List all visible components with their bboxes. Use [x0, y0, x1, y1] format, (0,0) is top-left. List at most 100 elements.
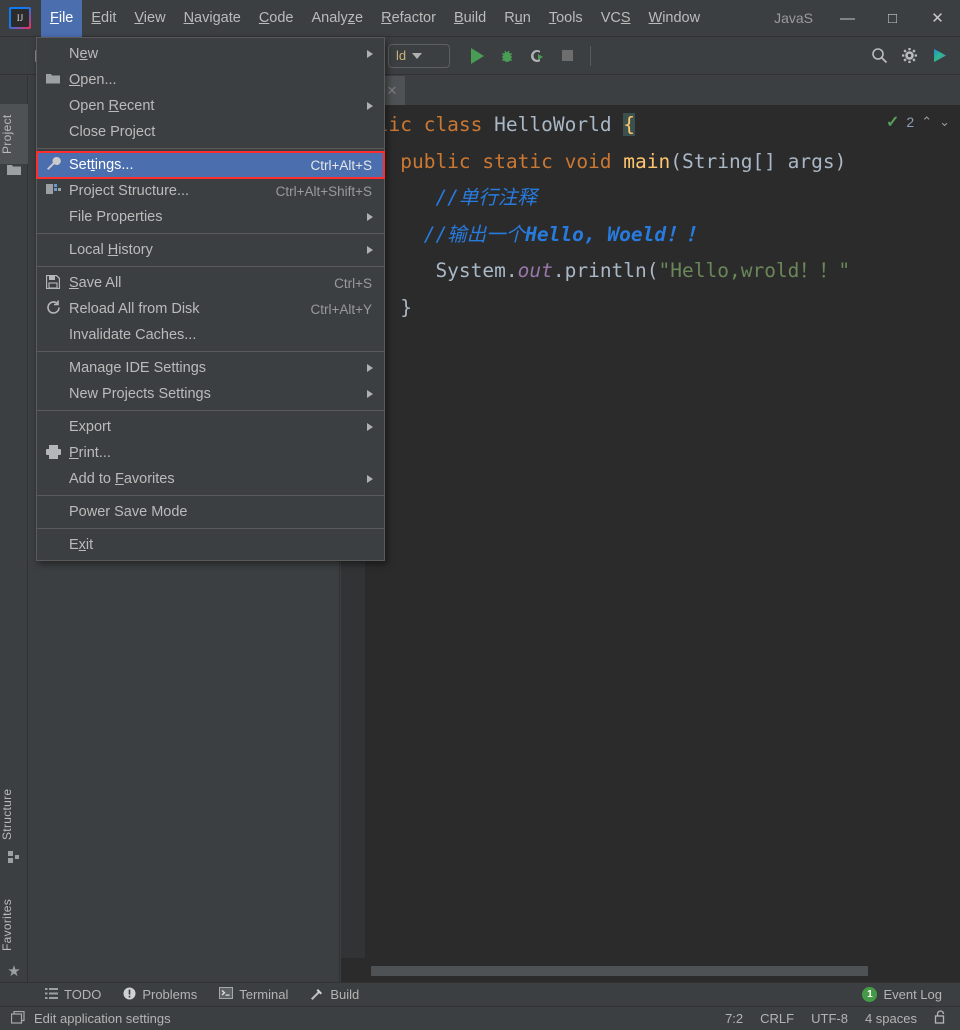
- menu-item-new[interactable]: New: [37, 41, 384, 67]
- menu-refactor[interactable]: Refactor: [372, 0, 445, 37]
- window-icon: [10, 1010, 25, 1027]
- menu-item-file-properties[interactable]: File Properties: [37, 204, 384, 230]
- previous-highlight-icon[interactable]: ⌃: [921, 114, 932, 130]
- unlocked-icon[interactable]: [934, 1010, 947, 1027]
- structure-icon[interactable]: [7, 851, 21, 865]
- submenu-arrow-icon: [367, 102, 373, 110]
- menu-item-label: Reload All from Disk: [69, 301, 200, 317]
- gear-icon[interactable]: [894, 41, 924, 71]
- menu-item-label: Settings...: [69, 157, 134, 173]
- menu-item-close-project[interactable]: Close Project: [37, 119, 384, 145]
- menu-item-local-history[interactable]: Local History: [37, 237, 384, 263]
- menu-item-label: Export: [69, 419, 111, 435]
- menu-item-settings[interactable]: Settings... Ctrl+Alt+S: [36, 151, 385, 179]
- wrench-icon: [37, 156, 69, 174]
- close-button[interactable]: ✕: [915, 0, 960, 37]
- menu-item-invalidate-caches[interactable]: Invalidate Caches...: [37, 322, 384, 348]
- menu-analyze[interactable]: Analyze: [303, 0, 373, 37]
- menu-item-export[interactable]: Export: [37, 414, 384, 440]
- menu-navigate[interactable]: Navigate: [175, 0, 250, 37]
- close-icon[interactable]: ✕: [386, 83, 397, 99]
- menu-view[interactable]: View: [125, 0, 174, 37]
- menu-item-exit[interactable]: Exit: [37, 532, 384, 558]
- submenu-arrow-icon: [367, 475, 373, 483]
- menu-item-new-projects-settings[interactable]: New Projects Settings: [37, 381, 384, 407]
- search-icon[interactable]: [864, 41, 894, 71]
- menu-item-label: Print...: [69, 445, 111, 461]
- code-line: //输出一个Hello, Woeld！！: [365, 217, 960, 254]
- code-token: //输出一个: [365, 222, 526, 246]
- menu-file[interactable]: File: [41, 0, 83, 37]
- indent-setting[interactable]: 4 spaces: [865, 1011, 917, 1026]
- tool-window-problems[interactable]: Problems: [112, 987, 208, 1003]
- menu-item-add-to-favorites[interactable]: Add to Favorites: [37, 466, 384, 492]
- window-title-suffix: JavaS: [774, 10, 813, 26]
- menu-item-save-all[interactable]: Save All Ctrl+S: [37, 270, 384, 296]
- maximize-button[interactable]: □: [870, 0, 915, 37]
- menu-item-power-save-mode[interactable]: Power Save Mode: [37, 499, 384, 525]
- code-token: {: [623, 113, 636, 136]
- menu-separator: [37, 528, 384, 529]
- run-with-coverage-icon[interactable]: [522, 41, 552, 71]
- submenu-arrow-icon: [367, 423, 373, 431]
- menu-bar: FileEditViewNavigateCodeAnalyzeRefactorB…: [0, 0, 960, 37]
- sidebar-item-project[interactable]: Project: [0, 104, 28, 164]
- status-hint: Edit application settings: [34, 1011, 171, 1026]
- file-encoding[interactable]: UTF-8: [811, 1011, 848, 1026]
- run-icon[interactable]: [462, 41, 492, 71]
- reload-icon: [37, 300, 69, 318]
- line-separator[interactable]: CRLF: [760, 1011, 794, 1026]
- sidebar-item-structure[interactable]: Structure: [0, 778, 28, 850]
- debug-icon[interactable]: [492, 41, 522, 71]
- menu-item-print[interactable]: Print...: [37, 440, 384, 466]
- menu-item-label: Invalidate Caches...: [69, 327, 197, 343]
- caret-position[interactable]: 7:2: [725, 1011, 743, 1026]
- menu-run[interactable]: Run: [495, 0, 540, 37]
- menu-tools[interactable]: Tools: [540, 0, 592, 37]
- minimize-button[interactable]: —: [825, 0, 870, 37]
- tool-window-todo[interactable]: TODO: [34, 987, 112, 1002]
- next-highlight-icon[interactable]: ⌄: [939, 114, 950, 130]
- sidebar-item-favorites[interactable]: Favorites: [0, 889, 28, 961]
- star-icon[interactable]: ★: [7, 964, 21, 979]
- tool-window-build[interactable]: Build: [299, 987, 370, 1003]
- code-token: .println(: [552, 259, 659, 282]
- submenu-arrow-icon: [367, 213, 373, 221]
- tool-window-terminal[interactable]: Terminal: [208, 987, 299, 1002]
- event-log-button[interactable]: 1 Event Log: [851, 987, 960, 1002]
- event-log-label: Event Log: [883, 987, 942, 1002]
- menu-window[interactable]: Window: [640, 0, 710, 37]
- menu-edit[interactable]: Edit: [82, 0, 125, 37]
- menu-item-reload-all-from-disk[interactable]: Reload All from Disk Ctrl+Alt+Y: [37, 296, 384, 322]
- sidebar-item-project-label: Project: [0, 114, 14, 154]
- menu-item-manage-ide-settings[interactable]: Manage IDE Settings: [37, 355, 384, 381]
- inspection-widget[interactable]: ✓ 2 ⌃ ⌄: [886, 112, 950, 132]
- menu-item-open-recent[interactable]: Open Recent: [37, 93, 384, 119]
- toolbar-divider: [590, 45, 591, 66]
- menu-item-shortcut: Ctrl+Alt+Shift+S: [275, 183, 372, 199]
- build-icon: [310, 987, 324, 1003]
- stop-icon[interactable]: [552, 41, 582, 71]
- menu-item-shortcut: Ctrl+S: [334, 275, 372, 291]
- menu-separator: [37, 410, 384, 411]
- code-line: //单行注释: [365, 180, 960, 217]
- menu-code[interactable]: Code: [250, 0, 303, 37]
- run-configuration-selector[interactable]: ld: [388, 43, 450, 68]
- ide-services-icon[interactable]: [924, 41, 954, 71]
- inspection-ok-icon: ✓: [885, 114, 900, 131]
- menu-item-label: Project Structure...: [69, 183, 190, 199]
- sidebar-item-favorites-label: Favorites: [0, 898, 14, 952]
- problems-icon: [123, 987, 136, 1003]
- editor-horizontal-scrollbar[interactable]: [371, 966, 868, 976]
- file-menu-dropdown[interactable]: New Open... Open Recent Close Project Settin…: [36, 37, 385, 561]
- todo-icon: [45, 987, 58, 1002]
- tool-window-label: Problems: [142, 987, 198, 1002]
- menu-item-project-structure[interactable]: Project Structure... Ctrl+Alt+Shift+S: [37, 178, 384, 204]
- menu-item-open[interactable]: Open...: [37, 67, 384, 93]
- menu-build[interactable]: Build: [445, 0, 495, 37]
- menu-vcs[interactable]: VCS: [592, 0, 640, 37]
- code-content[interactable]: blic class HelloWorld { public static vo…: [365, 105, 960, 958]
- project-folder-icon[interactable]: [7, 164, 21, 178]
- code-token: main: [623, 149, 671, 173]
- folder-open-icon: [37, 73, 69, 88]
